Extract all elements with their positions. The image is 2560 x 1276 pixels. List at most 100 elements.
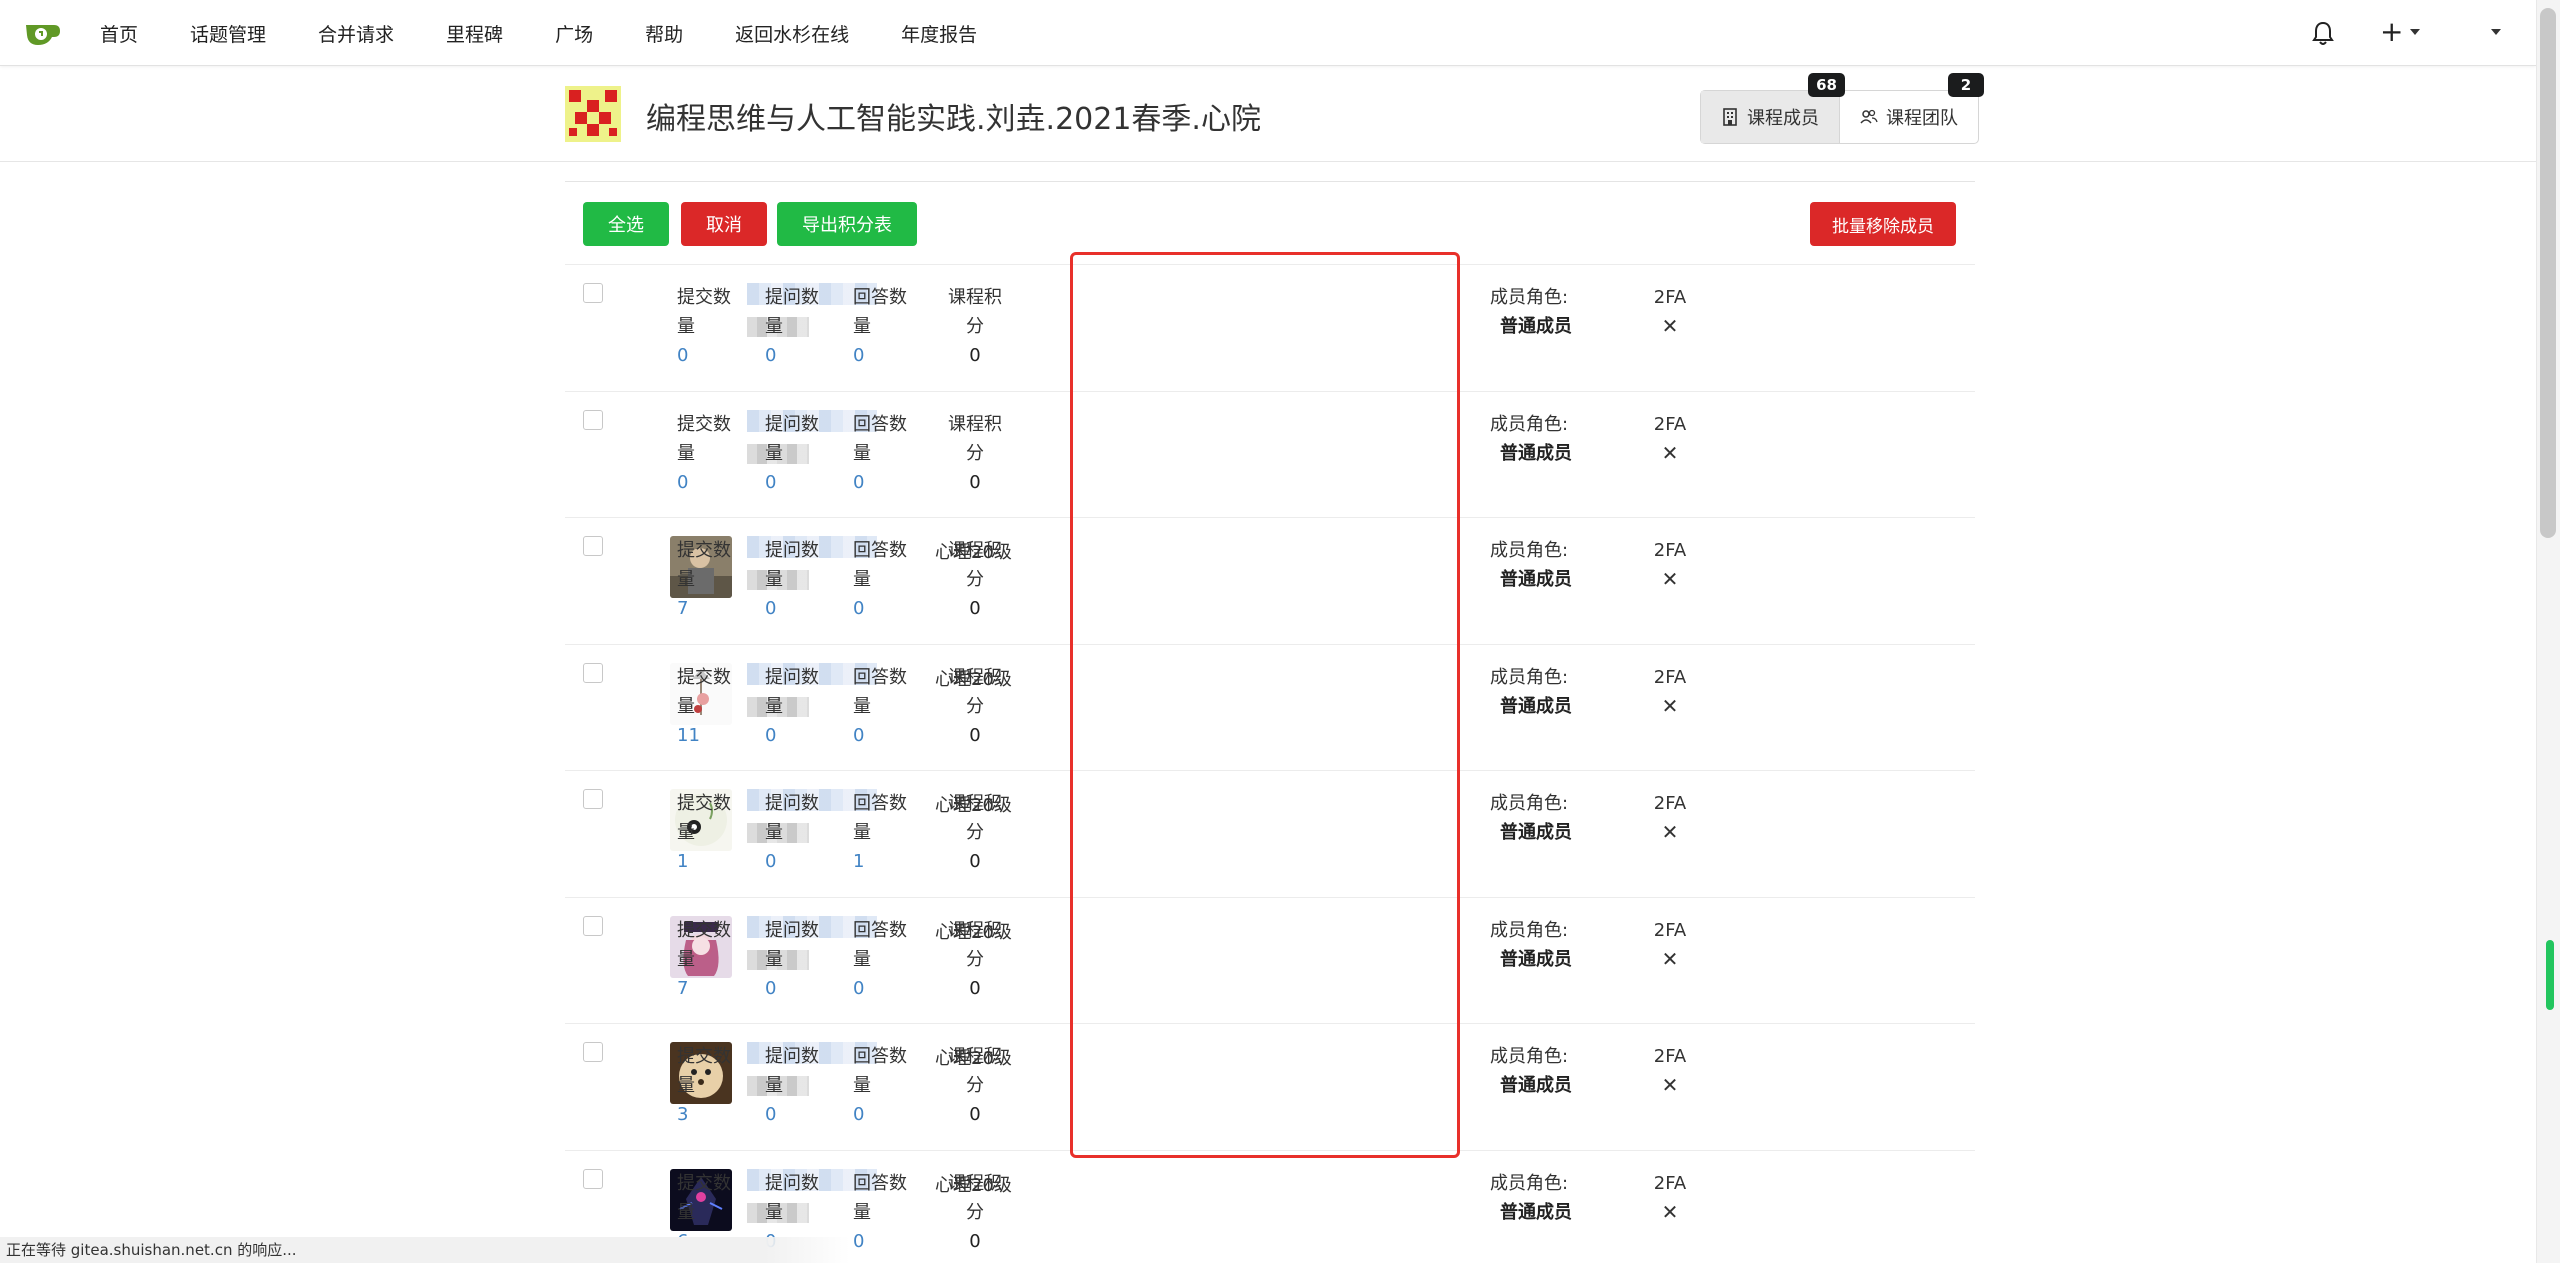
cancel-button[interactable]: 取消 — [681, 202, 767, 246]
twofa-label: 2FA — [1654, 1173, 1686, 1194]
role-value[interactable]: 普通成员 — [1500, 1198, 1572, 1227]
stat-value[interactable]: 0 — [853, 721, 913, 750]
commits-stat: 提交数量3 — [677, 1042, 737, 1129]
stat-label: 回答数量 — [853, 1042, 913, 1100]
nav-item-3[interactable]: 里程碑 — [446, 20, 503, 47]
twofa-label: 2FA — [1654, 1046, 1686, 1067]
twofa-status: 2FA✕ — [1650, 789, 1690, 847]
twofa-label: 2FA — [1654, 414, 1686, 435]
stat-label: 课程积分 — [947, 789, 1003, 847]
nav-item-7[interactable]: 年度报告 — [901, 20, 977, 47]
stat-label: 提交数量 — [677, 1042, 737, 1100]
stat-label: 提问数量 — [765, 1042, 825, 1100]
stat-value[interactable]: 0 — [853, 594, 913, 623]
questions-stat: 提问数量0 — [765, 789, 825, 876]
answers-stat: 回答数量1 — [853, 789, 913, 876]
stat-value[interactable]: 0 — [853, 1100, 913, 1129]
stat-value[interactable]: 0 — [765, 341, 825, 370]
nav-item-5[interactable]: 帮助 — [645, 20, 683, 47]
people-icon — [1860, 108, 1878, 126]
role-value[interactable]: 普通成员 — [1500, 692, 1572, 721]
member-role: 成员角色:普通成员 — [1490, 410, 1572, 468]
course-members-button[interactable]: 课程成员 68 — [1701, 91, 1840, 143]
stat-value[interactable]: 7 — [677, 974, 737, 1003]
nav-item-0[interactable]: 首页 — [100, 20, 138, 47]
top-navbar: 首页 话题管理 合并请求 里程碑 广场 帮助 返回水杉在线 年度报告 + — [0, 0, 2536, 66]
stat-value[interactable]: 0 — [853, 341, 913, 370]
course-team-button[interactable]: 课程团队 2 — [1840, 91, 1978, 143]
stat-label: 提问数量 — [765, 789, 825, 847]
twofa-disabled-icon: ✕ — [1650, 1198, 1690, 1227]
role-label: 成员角色: — [1490, 667, 1568, 688]
stat-value[interactable]: 1 — [677, 847, 737, 876]
stat-value[interactable]: 0 — [765, 974, 825, 1003]
batch-remove-members-button[interactable]: 批量移除成员 — [1810, 202, 1956, 246]
user-menu-chevron-icon[interactable] — [2491, 29, 2501, 35]
table-row: 心理20级提交数量11提问数量0回答数量0课程积分0成员角色:普通成员2FA✕ — [565, 644, 1975, 771]
row-checkbox[interactable] — [583, 410, 603, 430]
stat-value[interactable]: 0 — [765, 847, 825, 876]
stat-value: 0 — [947, 594, 1003, 623]
stat-value[interactable]: 0 — [765, 721, 825, 750]
team-count-badge: 2 — [1948, 73, 1984, 97]
nav-item-1[interactable]: 话题管理 — [190, 20, 266, 47]
stat-value[interactable]: 3 — [677, 1100, 737, 1129]
row-checkbox[interactable] — [583, 663, 603, 683]
stat-label: 提交数量 — [677, 536, 737, 594]
stat-value[interactable]: 1 — [853, 847, 913, 876]
stat-value[interactable]: 0 — [853, 1227, 913, 1256]
role-value[interactable]: 普通成员 — [1500, 312, 1572, 341]
answers-stat: 回答数量0 — [853, 1169, 913, 1256]
twofa-status: 2FA✕ — [1650, 410, 1690, 468]
scrollbar-thumb[interactable] — [2540, 8, 2556, 538]
create-plus-icon[interactable]: + — [2380, 18, 2403, 46]
role-value[interactable]: 普通成员 — [1500, 1071, 1572, 1100]
questions-stat: 提问数量0 — [765, 663, 825, 750]
twofa-status: 2FA✕ — [1650, 283, 1690, 341]
stat-value[interactable]: 7 — [677, 594, 737, 623]
stat-label: 回答数量 — [853, 536, 913, 594]
answers-stat: 回答数量0 — [853, 410, 913, 497]
stat-value[interactable]: 0 — [765, 594, 825, 623]
role-value[interactable]: 普通成员 — [1500, 439, 1572, 468]
table-row: 心理20级提交数量1提问数量0回答数量1课程积分0成员角色:普通成员2FA✕ — [565, 770, 1975, 897]
stat-value[interactable]: 0 — [677, 468, 737, 497]
stat-label: 课程积分 — [947, 283, 1003, 341]
role-label: 成员角色: — [1490, 793, 1568, 814]
row-checkbox[interactable] — [583, 283, 603, 303]
table-row: 心理20级提交数量7提问数量0回答数量0课程积分0成员角色:普通成员2FA✕ — [565, 517, 1975, 644]
stat-value[interactable]: 0 — [677, 341, 737, 370]
row-checkbox[interactable] — [583, 916, 603, 936]
stat-value[interactable]: 0 — [853, 974, 913, 1003]
chevron-down-icon[interactable] — [2410, 29, 2420, 35]
twofa-status: 2FA✕ — [1650, 916, 1690, 974]
score-stat: 课程积分0 — [947, 789, 1007, 876]
stat-value[interactable]: 0 — [853, 468, 913, 497]
stat-value[interactable]: 11 — [677, 721, 737, 750]
select-all-button[interactable]: 全选 — [583, 202, 669, 246]
stat-value: 0 — [947, 974, 1003, 1003]
twofa-label: 2FA — [1654, 287, 1686, 308]
role-value[interactable]: 普通成员 — [1500, 945, 1572, 974]
gitea-logo-icon[interactable] — [24, 17, 64, 47]
export-score-button[interactable]: 导出积分表 — [777, 202, 917, 246]
row-checkbox[interactable] — [583, 789, 603, 809]
row-checkbox[interactable] — [583, 1169, 603, 1189]
answers-stat: 回答数量0 — [853, 1042, 913, 1129]
commits-stat: 提交数量0 — [677, 283, 737, 370]
row-checkbox[interactable] — [583, 536, 603, 556]
answers-stat: 回答数量0 — [853, 283, 913, 370]
role-value[interactable]: 普通成员 — [1500, 565, 1572, 594]
bell-icon[interactable] — [2312, 20, 2334, 46]
stat-label: 回答数量 — [853, 410, 913, 468]
nav-item-2[interactable]: 合并请求 — [318, 20, 394, 47]
nav-item-4[interactable]: 广场 — [555, 20, 593, 47]
role-value[interactable]: 普通成员 — [1500, 818, 1572, 847]
table-row: 提交数量0提问数量0回答数量0课程积分0成员角色:普通成员2FA✕ — [565, 391, 1975, 518]
nav-item-6[interactable]: 返回水杉在线 — [735, 20, 849, 47]
stat-value[interactable]: 0 — [765, 468, 825, 497]
stat-value[interactable]: 0 — [765, 1100, 825, 1129]
course-title[interactable]: 编程思维与人工智能实践.刘垚.2021春季.心院 — [646, 94, 1261, 138]
score-stat: 课程积分0 — [947, 410, 1007, 497]
row-checkbox[interactable] — [583, 1042, 603, 1062]
